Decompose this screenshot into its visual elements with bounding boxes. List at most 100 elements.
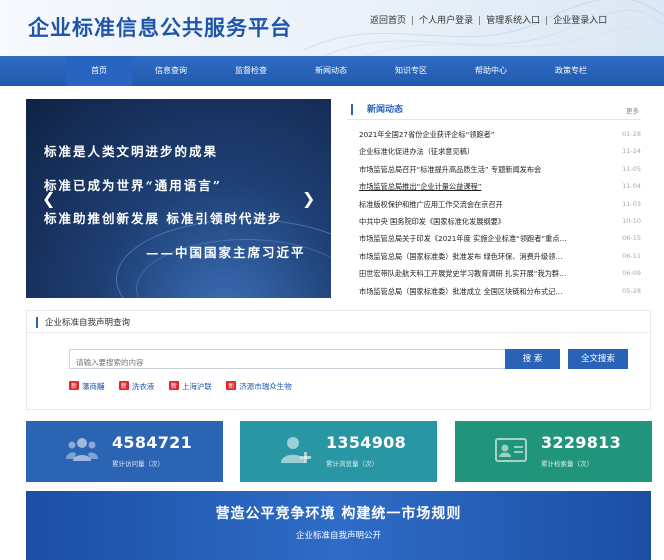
news-item-title[interactable]: 2021年全国27省份企业获评企标“领跑者”	[359, 126, 599, 143]
news-item[interactable]: 市场监管总局推出“企业计量公益课程” 11-04	[359, 178, 641, 195]
news-item[interactable]: 田世宏带队赴航天科工开展党史学习教育调研 扎实开展“我为群… 06-09	[359, 265, 641, 282]
news-item-title[interactable]: 市场监管总局关于印发《2021年度 实施企业标准“领跑者”重点…	[359, 230, 599, 247]
news-item[interactable]: 市场监管总局（国家标准委）批准发布 绿色环保、消费升级领… 06-11	[359, 248, 641, 265]
news-header: 新闻动态 更多	[347, 98, 641, 120]
search-input[interactable]	[70, 353, 530, 372]
news-item-title[interactable]: 田世宏带队赴航天科工开展党史学习教育调研 扎实开展“我为群…	[359, 265, 599, 282]
nav-item-home[interactable]: 首页	[66, 56, 132, 86]
admin-entry-link[interactable]: 管理系统入口	[486, 16, 540, 26]
news-item[interactable]: 2021年全国27省份企业获评企标“领跑者” 01-28	[359, 126, 641, 143]
promo-banner[interactable]: 营造公平竞争环境 构建统一市场规则 企业标准自我声明公开	[26, 491, 651, 560]
stat-label: 累计浏览量（次）	[326, 460, 378, 468]
carousel-prev-icon[interactable]: ❮	[42, 189, 55, 208]
news-item-date: 01-28	[622, 130, 641, 138]
nav-item-policy[interactable]: 政策专栏	[538, 56, 604, 86]
declaration-query-panel: 企业标准自我声明查询 搜 索 全文搜索 新藩商黼 新洗衣液 新上海沪联 新济源市…	[26, 310, 651, 410]
stat-card-visits: 4584721 累计访问量（次）	[26, 421, 223, 482]
search-box	[69, 349, 531, 372]
news-item[interactable]: 企业标准化促进办法（征求意见稿） 11-24	[359, 143, 641, 160]
news-item-date: 06-15	[622, 234, 641, 243]
news-item-title[interactable]: 市场监管总局（国家标准委）批准发布 绿色环保、消费升级领…	[359, 248, 599, 265]
link-separator: |	[478, 16, 482, 26]
hot-tag[interactable]: 新藩商黼	[69, 381, 105, 392]
site-title[interactable]: 企业标准信息公共服务平台	[28, 12, 292, 42]
stat-card-searches: 3229813 累计检索量（次）	[455, 421, 652, 482]
banner-line-3: 标准助推创新发展 标准引领时代进步	[44, 211, 283, 226]
nav-item-news[interactable]: 新闻动态	[298, 56, 364, 86]
news-item-date: 11-05	[622, 164, 641, 173]
carousel-dots	[156, 289, 207, 298]
home-link[interactable]: 返回首页	[370, 16, 406, 26]
news-list: 2021年全国27省份企业获评企标“领跑者” 01-28 企业标准化促进办法（征求…	[359, 126, 641, 300]
news-item[interactable]: 中共中央 国务院印发《国家标准化发展纲要》 10-10	[359, 213, 641, 230]
main-nav: 首页 信息查询 监督检查 新闻动态 知识专区 帮助中心 政策专栏	[0, 56, 664, 86]
news-item-date: 11-03	[622, 199, 641, 208]
news-item-title[interactable]: 市场监管总局召开“标准提升高品质生活” 专题新闻发布会	[359, 161, 599, 178]
nav-item-inspection[interactable]: 监督检查	[218, 56, 284, 86]
news-item-date: 10-10	[622, 216, 641, 225]
news-item[interactable]: 市场监管总局（国家标准委）批准成立 全国区块链和分布式记… 05-28	[359, 283, 641, 300]
nav-item-help[interactable]: 帮助中心	[458, 56, 524, 86]
link-separator: |	[411, 16, 415, 26]
link-separator: |	[545, 16, 549, 26]
stat-label: 累计检索量（次）	[541, 460, 593, 468]
news-item-date: 06-09	[622, 269, 641, 278]
new-badge: 新	[226, 381, 237, 390]
news-item[interactable]: 市场监管总局关于印发《2021年度 实施企业标准“领跑者”重点… 06-15	[359, 230, 641, 247]
news-item-date: 11-04	[622, 182, 641, 191]
news-item-title[interactable]: 标准版权保护和推广应用工作交流会在京召开	[359, 196, 599, 213]
news-item-title[interactable]: 市场监管总局（国家标准委）批准成立 全国区块链和分布式记…	[359, 283, 599, 300]
news-item-title[interactable]: 市场监管总局推出“企业计量公益课程”	[359, 178, 599, 195]
new-badge: 新	[168, 381, 179, 390]
section-marker	[36, 317, 38, 328]
enterprise-login-link[interactable]: 企业登录入口	[553, 16, 607, 26]
page: 企业标准信息公共服务平台 返回首页 | 个人用户登录 | 管理系统入口 | 企业登录入口 首…	[0, 0, 664, 560]
search-button[interactable]: 搜 索	[505, 349, 560, 369]
personal-login-link[interactable]: 个人用户登录	[419, 16, 473, 26]
banner-line-2: 标准已成为世界“通用语言”	[44, 178, 222, 193]
stat-label: 累计访问量（次）	[112, 460, 164, 468]
news-item-title[interactable]: 企业标准化促进办法（征求意见稿）	[359, 143, 599, 160]
id-card-icon	[495, 438, 527, 462]
nav-item-knowledge[interactable]: 知识专区	[378, 56, 444, 86]
stat-value: 1354908	[326, 433, 407, 452]
hot-tag-label[interactable]: 洗衣液	[132, 382, 155, 391]
banner-line-1: 标准是人类文明进步的成果	[44, 144, 219, 159]
banner-signature: ——中国国家主席习近平	[146, 245, 306, 260]
news-item-title[interactable]: 中共中央 国务院印发《国家标准化发展纲要》	[359, 213, 599, 230]
banner-carousel[interactable]: 标准是人类文明进步的成果 标准已成为世界“通用语言” 标准助推创新发展 标准引领…	[26, 99, 331, 298]
header-wave-decoration	[304, 0, 664, 56]
news-item[interactable]: 市场监管总局召开“标准提升高品质生活” 专题新闻发布会 11-05	[359, 161, 641, 178]
hot-tag-label[interactable]: 上海沪联	[182, 382, 212, 391]
section-marker	[351, 104, 353, 115]
stat-value: 3229813	[541, 433, 622, 452]
news-item-date: 06-11	[622, 251, 641, 260]
hot-tag-label[interactable]: 藩商黼	[82, 382, 105, 391]
query-title: 企业标准自我声明查询	[45, 318, 131, 328]
query-header: 企业标准自我声明查询	[27, 311, 650, 333]
news-title: 新闻动态	[367, 105, 404, 115]
top-links: 返回首页 | 个人用户登录 | 管理系统入口 | 企业登录入口	[370, 13, 607, 26]
site-header: 企业标准信息公共服务平台 返回首页 | 个人用户登录 | 管理系统入口 | 企业登录入口	[0, 0, 664, 56]
hot-tag-label[interactable]: 济源市瑞众生物	[239, 382, 292, 391]
news-item-date: 11-24	[622, 147, 641, 156]
hot-tag[interactable]: 新上海沪联	[168, 381, 212, 392]
nav-item-info-query[interactable]: 信息查询	[138, 56, 204, 86]
promo-subline: 企业标准自我声明公开	[295, 531, 381, 541]
news-more-link[interactable]: 更多	[626, 105, 639, 115]
hot-search-tags: 新藩商黼 新洗衣液 新上海沪联 新济源市瑞众生物	[69, 381, 304, 392]
promo-headline: 营造公平竞争环境 构建统一市场规则	[215, 506, 462, 522]
fulltext-search-button[interactable]: 全文搜索	[568, 349, 628, 369]
stat-card-views: 1354908 累计浏览量（次）	[240, 421, 437, 482]
news-item-date: 05-28	[622, 286, 641, 295]
new-badge: 新	[118, 381, 129, 390]
carousel-next-icon[interactable]: ❯	[302, 189, 315, 208]
news-item[interactable]: 标准版权保护和推广应用工作交流会在京召开 11-03	[359, 196, 641, 213]
hot-tag[interactable]: 新洗衣液	[118, 381, 155, 392]
news-panel: 新闻动态 更多 2021年全国27省份企业获评企标“领跑者” 01-28 企业标准…	[347, 98, 641, 298]
users-icon	[66, 438, 98, 461]
new-badge: 新	[69, 381, 80, 390]
user-add-icon	[281, 437, 311, 463]
hot-tag[interactable]: 新济源市瑞众生物	[226, 381, 292, 392]
stat-value: 4584721	[112, 433, 193, 452]
